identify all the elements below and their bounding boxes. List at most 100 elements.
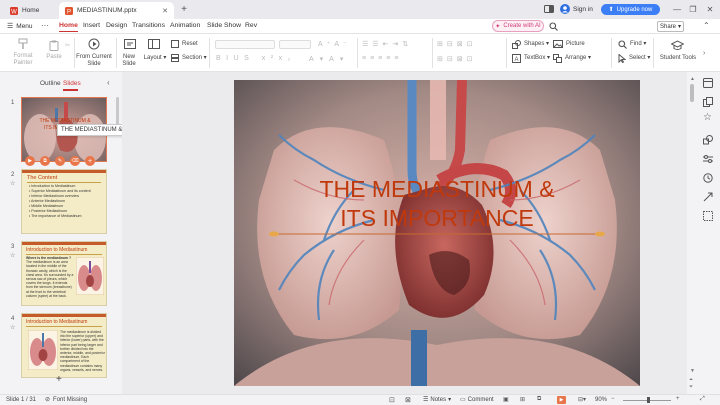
new-slide-icon[interactable] bbox=[124, 39, 136, 50]
from-current-slide-label[interactable]: From Current Slide bbox=[76, 54, 112, 68]
format-painter-icon[interactable] bbox=[17, 38, 29, 50]
tab-design[interactable]: Design bbox=[106, 22, 127, 29]
tab-transitions[interactable]: Transitions bbox=[132, 22, 165, 29]
scroll-thumb[interactable] bbox=[690, 84, 694, 102]
transform-icon[interactable] bbox=[703, 192, 713, 202]
zoom-level[interactable]: 90% bbox=[595, 397, 607, 403]
normal-view-icon[interactable]: ▣ bbox=[503, 396, 509, 403]
zoom-out-icon[interactable]: − bbox=[611, 396, 615, 402]
comment-icon: ▭ bbox=[460, 397, 466, 403]
template-icon[interactable] bbox=[703, 78, 713, 88]
add-slide-button[interactable]: + bbox=[56, 374, 62, 385]
copy-icon[interactable] bbox=[703, 97, 713, 107]
student-tools-icon[interactable] bbox=[671, 40, 684, 51]
tab-document[interactable]: P MEDIASTINUM.pptx ✕ bbox=[59, 2, 174, 19]
paste-icon[interactable] bbox=[49, 40, 59, 51]
create-with-ai-button[interactable]: ✦ Create with AI bbox=[492, 20, 544, 32]
notes-button[interactable]: ☰ Notes ▾ bbox=[423, 396, 451, 404]
picture-button[interactable]: Picture bbox=[553, 40, 585, 48]
delete-slide-icon[interactable]: ⌫ bbox=[70, 156, 80, 166]
reset-button[interactable]: Reset bbox=[171, 40, 198, 48]
font-family-dropdown[interactable] bbox=[215, 40, 275, 49]
cut-icon[interactable]: ✂ bbox=[65, 42, 70, 49]
slide-sorter-icon[interactable]: ⊞ bbox=[520, 396, 525, 403]
zoom-in-icon[interactable]: + bbox=[676, 396, 680, 402]
slide-star-icon[interactable]: ☆ bbox=[10, 252, 15, 259]
layout-button[interactable]: Layout ▾ bbox=[143, 55, 167, 62]
main-slide[interactable]: THE MEDIASTINUM & ITS IMPORTANCE bbox=[234, 80, 640, 386]
fit-to-window-icon[interactable]: ⤢ bbox=[700, 396, 705, 403]
select-cursor-icon bbox=[618, 54, 626, 63]
play-slideshow-icon[interactable]: ▶ bbox=[557, 396, 566, 404]
selection-pane-icon[interactable] bbox=[703, 211, 713, 221]
align-buttons[interactable]: ≡≡≡≡≡ bbox=[362, 55, 402, 62]
tab-animation[interactable]: Animation bbox=[170, 22, 200, 29]
status-icon-2[interactable]: ⊠ bbox=[405, 396, 411, 404]
font-missing-button[interactable]: ⊘ Font Missing bbox=[45, 396, 87, 404]
comment-slide-icon[interactable]: ✎ bbox=[55, 156, 65, 166]
zoom-slider-thumb[interactable] bbox=[647, 397, 650, 403]
text-direction-buttons[interactable]: ⊞⊟⊠⊡ bbox=[437, 40, 476, 48]
reading-view-icon[interactable]: ⧉ bbox=[537, 396, 541, 403]
share-button[interactable]: Share ▾ bbox=[657, 21, 684, 32]
student-tools-label[interactable]: Student Tools bbox=[657, 55, 699, 62]
tab-insert[interactable]: Insert bbox=[83, 22, 100, 29]
zoom-dropdown-icon[interactable]: ⊟▾ bbox=[578, 396, 586, 403]
scroll-down-icon[interactable]: ▼ bbox=[690, 368, 695, 374]
close-window-button[interactable]: ✕ bbox=[703, 3, 717, 16]
text-align-buttons[interactable]: ⊞⊟⊠⊡ bbox=[437, 55, 476, 63]
find-button[interactable]: Find ▾ bbox=[618, 40, 646, 49]
status-icon-1[interactable]: ⊡ bbox=[389, 396, 395, 404]
copy-slide-icon[interactable]: ⧉ bbox=[40, 156, 50, 166]
tab-home[interactable]: W Home bbox=[4, 2, 56, 19]
slide-thumbnail-4[interactable]: Introduction to Mediastinum The mediasti… bbox=[21, 313, 107, 378]
play-slide-icon[interactable]: ▶ bbox=[25, 156, 35, 166]
font-style-buttons[interactable]: BIUS x²x₂ bbox=[216, 55, 296, 62]
shapes-button[interactable]: Shapes ▾ bbox=[512, 40, 549, 49]
main-menu-button[interactable]: ☰ Menu bbox=[7, 22, 33, 31]
shape-icon[interactable] bbox=[703, 135, 713, 145]
sign-in-button[interactable]: Sign in bbox=[560, 4, 593, 14]
close-tab-icon[interactable]: ✕ bbox=[162, 7, 168, 15]
tab-slide-show[interactable]: Slide Show bbox=[207, 22, 241, 29]
slide-thumbnail-3[interactable]: Introduction to Mediastinum Where is the… bbox=[21, 241, 107, 306]
new-tab-icon[interactable]: + bbox=[179, 4, 189, 15]
search-icon[interactable] bbox=[549, 22, 558, 31]
collapse-panel-icon[interactable]: ‹ bbox=[107, 78, 110, 87]
add-slide-icon[interactable]: + bbox=[85, 156, 95, 166]
font-size-dropdown[interactable] bbox=[279, 40, 311, 49]
font-size-buttons[interactable]: A⁺A⁻ bbox=[318, 40, 351, 48]
ribbon-scroll-arrow-icon[interactable]: › bbox=[703, 50, 705, 57]
favorite-star-icon[interactable]: ☆ bbox=[703, 112, 712, 123]
canvas-scrollbar[interactable]: ▲ ▼ ⏶ ⏷ bbox=[687, 72, 697, 394]
slide-title[interactable]: THE MEDIASTINUM & ITS IMPORTANCE bbox=[234, 175, 640, 233]
maximize-button[interactable]: ❐ bbox=[686, 3, 700, 16]
scroll-up-icon[interactable]: ▲ bbox=[690, 76, 695, 82]
settings-sliders-icon[interactable] bbox=[703, 154, 713, 164]
minimize-button[interactable]: — bbox=[670, 3, 684, 16]
tab-home-menu[interactable]: Home bbox=[59, 22, 78, 32]
slides-tab[interactable]: Slides bbox=[63, 80, 81, 87]
prev-slide-icon[interactable]: ⏶ bbox=[689, 377, 693, 383]
next-slide-icon[interactable]: ⏷ bbox=[689, 384, 693, 390]
tab-review[interactable]: Rev bbox=[245, 22, 257, 29]
history-icon[interactable] bbox=[703, 173, 713, 183]
section-button[interactable]: Section ▾ bbox=[171, 54, 207, 62]
upgrade-button[interactable]: ⬆ Upgrade now bbox=[601, 4, 660, 15]
arrange-button[interactable]: Arrange ▾ bbox=[553, 54, 591, 63]
layout-icon[interactable] bbox=[148, 39, 160, 50]
list-buttons[interactable]: ☰☰⇤⇥⇅ bbox=[362, 40, 412, 48]
select-button[interactable]: Select ▾ bbox=[618, 54, 650, 63]
new-slide-label[interactable]: New Slide bbox=[119, 54, 139, 68]
chevron-up-icon[interactable]: ⌃ bbox=[703, 21, 710, 30]
slide-star-icon[interactable]: ☆ bbox=[10, 324, 15, 331]
more-icon[interactable]: ⋯ bbox=[41, 21, 49, 30]
textbox-button[interactable]: A TextBox ▾ bbox=[512, 54, 550, 63]
window-layout-icon[interactable] bbox=[543, 4, 554, 14]
font-color-buttons[interactable]: A▾A▾ bbox=[309, 55, 349, 63]
play-from-current-icon[interactable] bbox=[88, 38, 100, 50]
outline-tab[interactable]: Outline bbox=[40, 80, 61, 87]
slide-thumbnail-2[interactable]: The Content • Introduction to Mediastinu… bbox=[21, 169, 107, 234]
slide-star-icon[interactable]: ☆ bbox=[10, 180, 15, 187]
comment-button[interactable]: ▭ Comment bbox=[460, 396, 494, 404]
